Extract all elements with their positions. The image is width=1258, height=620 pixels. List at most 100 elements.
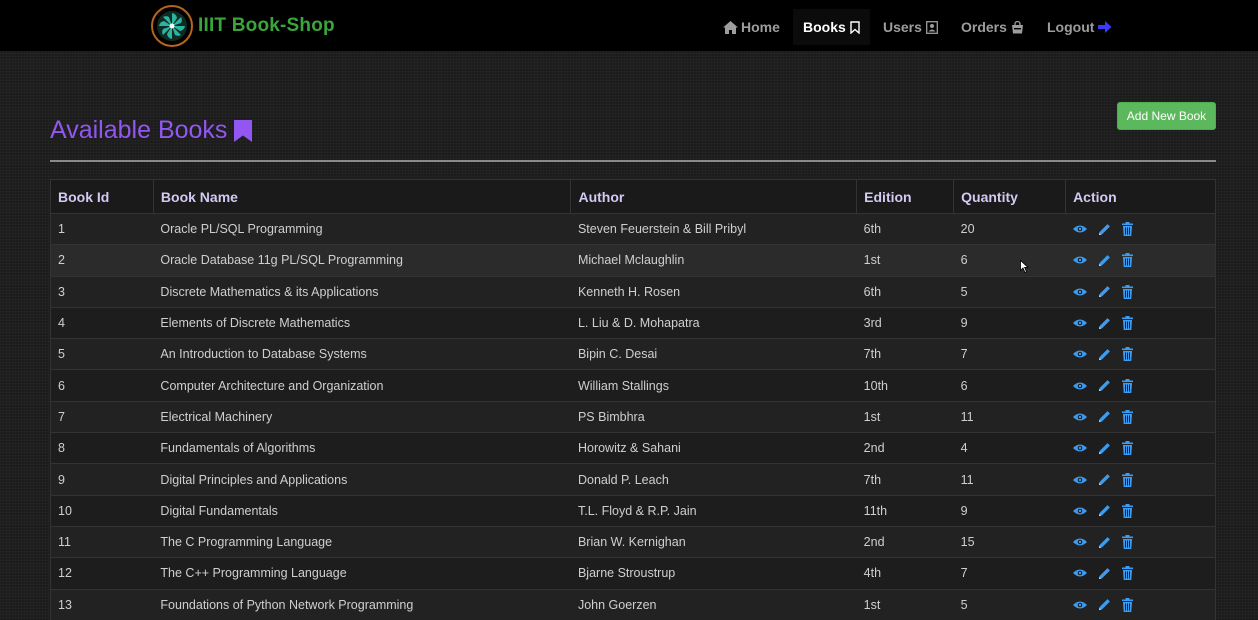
table-row[interactable]: 5 An Introduction to Database Systems Bipi… xyxy=(50,338,1216,370)
delete-book-button[interactable] xyxy=(1121,535,1133,550)
nav-books[interactable]: Books xyxy=(793,9,870,45)
pencil-icon xyxy=(1098,223,1111,236)
nav-users[interactable]: Users xyxy=(883,9,938,45)
cell-book-name: Fundamentals of Algorithms xyxy=(153,432,571,464)
brand[interactable]: IIIT Book-Shop xyxy=(150,4,335,48)
view-book-button[interactable] xyxy=(1072,475,1087,485)
table-row[interactable]: 13 Foundations of Python Network Programm… xyxy=(50,588,1216,620)
header-book-id[interactable]: Book Id xyxy=(50,179,154,214)
cell-edition: 3rd xyxy=(856,306,954,339)
edit-book-button[interactable] xyxy=(1098,379,1111,392)
table-row[interactable]: 4 Elements of Discrete Mathematics L. Liu … xyxy=(50,306,1216,339)
view-book-button[interactable] xyxy=(1072,568,1087,578)
cell-quantity: 11 xyxy=(953,400,1066,433)
header-author[interactable]: Author xyxy=(570,179,858,214)
table-row[interactable]: 6 Computer Architecture and Organization W… xyxy=(50,369,1216,402)
edit-book-button[interactable] xyxy=(1098,254,1111,267)
cell-actions xyxy=(1065,463,1216,496)
nav-logout[interactable]: Logout xyxy=(1047,9,1112,45)
delete-book-button[interactable] xyxy=(1121,284,1133,299)
cell-actions xyxy=(1065,306,1216,339)
cell-book-id: 7 xyxy=(50,400,154,433)
page-title-text: Available Books xyxy=(50,116,228,144)
table-row[interactable]: 1 Oracle PL/SQL Programming Steven Feuerst… xyxy=(50,212,1216,245)
eye-icon xyxy=(1072,443,1087,453)
cell-quantity: 20 xyxy=(953,212,1066,245)
edit-book-button[interactable] xyxy=(1098,473,1111,486)
delete-book-button[interactable] xyxy=(1121,253,1133,268)
header-action: Action xyxy=(1065,179,1216,214)
view-book-button[interactable] xyxy=(1072,537,1087,547)
table-row[interactable]: 7 Electrical Machinery PS Bimbhra 1st 11 xyxy=(50,400,1216,433)
books-table: Book Id Book Name Author Edition Quantit… xyxy=(50,179,1216,620)
delete-book-button[interactable] xyxy=(1121,409,1133,424)
table-row[interactable]: 2 Oracle Database 11g PL/SQL Programming M… xyxy=(50,244,1216,277)
view-book-button[interactable] xyxy=(1072,255,1087,265)
edit-book-button[interactable] xyxy=(1098,536,1111,549)
view-book-button[interactable] xyxy=(1072,381,1087,391)
header-book-name[interactable]: Book Name xyxy=(152,179,572,214)
edit-book-button[interactable] xyxy=(1098,317,1111,330)
top-navbar: IIIT Book-Shop Home Books Users Orders L… xyxy=(0,0,1258,51)
delete-book-button[interactable] xyxy=(1121,472,1133,487)
header-edition[interactable]: Edition xyxy=(856,179,955,214)
delete-book-button[interactable] xyxy=(1121,378,1133,393)
delete-book-button[interactable] xyxy=(1121,597,1133,612)
edit-book-button[interactable] xyxy=(1098,442,1111,455)
cell-author: Brian W. Kernighan xyxy=(570,525,857,558)
view-book-button[interactable] xyxy=(1072,412,1087,422)
delete-book-button[interactable] xyxy=(1121,222,1133,237)
cell-edition: 2nd xyxy=(856,525,954,558)
view-book-button[interactable] xyxy=(1072,443,1087,453)
nav-orders[interactable]: Orders xyxy=(961,9,1024,45)
cell-actions xyxy=(1065,275,1216,308)
table-row[interactable]: 11 The C Programming Language Brian W. Ker… xyxy=(50,525,1216,558)
delete-book-button[interactable] xyxy=(1121,316,1133,331)
delete-book-button[interactable] xyxy=(1121,503,1133,518)
table-row[interactable]: 8 Fundamentals of Algorithms Horowitz & Sa… xyxy=(50,432,1216,464)
cell-author: PS Bimbhra xyxy=(570,400,857,433)
edit-book-button[interactable] xyxy=(1098,598,1111,611)
eye-icon xyxy=(1072,224,1087,234)
cell-quantity: 5 xyxy=(953,588,1066,620)
add-new-book-button[interactable]: Add New Book xyxy=(1117,102,1216,130)
view-book-button[interactable] xyxy=(1072,318,1087,328)
edit-book-button[interactable] xyxy=(1098,348,1111,361)
edit-book-button[interactable] xyxy=(1098,567,1111,580)
edit-book-button[interactable] xyxy=(1098,285,1111,298)
mouse-cursor-icon xyxy=(1020,260,1029,273)
table-row[interactable]: 12 The C++ Programming Language Bjarne Str… xyxy=(50,557,1216,590)
nav-home[interactable]: Home xyxy=(723,9,780,45)
eye-icon xyxy=(1072,600,1087,610)
page-title: Available Books xyxy=(50,116,253,145)
cell-book-id: 3 xyxy=(50,275,154,308)
view-book-button[interactable] xyxy=(1072,224,1087,234)
table-row[interactable]: 9 Digital Principles and Applications Dona… xyxy=(50,463,1216,496)
delete-book-button[interactable] xyxy=(1121,566,1133,581)
table-row[interactable]: 10 Digital Fundamentals T.L. Floyd & R.P. … xyxy=(50,494,1216,527)
edit-book-button[interactable] xyxy=(1098,410,1111,423)
title-divider xyxy=(50,160,1216,162)
cell-edition: 6th xyxy=(856,275,954,308)
eye-icon xyxy=(1072,318,1087,328)
view-book-button[interactable] xyxy=(1072,349,1087,359)
cell-book-id: 1 xyxy=(50,212,154,245)
cell-book-name: Computer Architecture and Organization xyxy=(153,369,571,402)
edit-book-button[interactable] xyxy=(1098,504,1111,517)
eye-icon xyxy=(1072,568,1087,578)
pencil-icon xyxy=(1098,410,1111,423)
view-book-button[interactable] xyxy=(1072,600,1087,610)
header-quantity[interactable]: Quantity xyxy=(953,179,1067,214)
delete-book-button[interactable] xyxy=(1121,347,1133,362)
view-book-button[interactable] xyxy=(1072,287,1087,297)
cell-edition: 1st xyxy=(856,588,954,620)
eye-icon xyxy=(1072,412,1087,422)
delete-book-button[interactable] xyxy=(1121,441,1133,456)
pencil-icon xyxy=(1098,442,1111,455)
trash-icon xyxy=(1121,597,1133,612)
cell-edition: 1st xyxy=(856,400,954,433)
edit-book-button[interactable] xyxy=(1098,223,1111,236)
view-book-button[interactable] xyxy=(1072,506,1087,516)
cell-quantity: 4 xyxy=(953,432,1066,464)
table-row[interactable]: 3 Discrete Mathematics & its Applications… xyxy=(50,275,1216,308)
